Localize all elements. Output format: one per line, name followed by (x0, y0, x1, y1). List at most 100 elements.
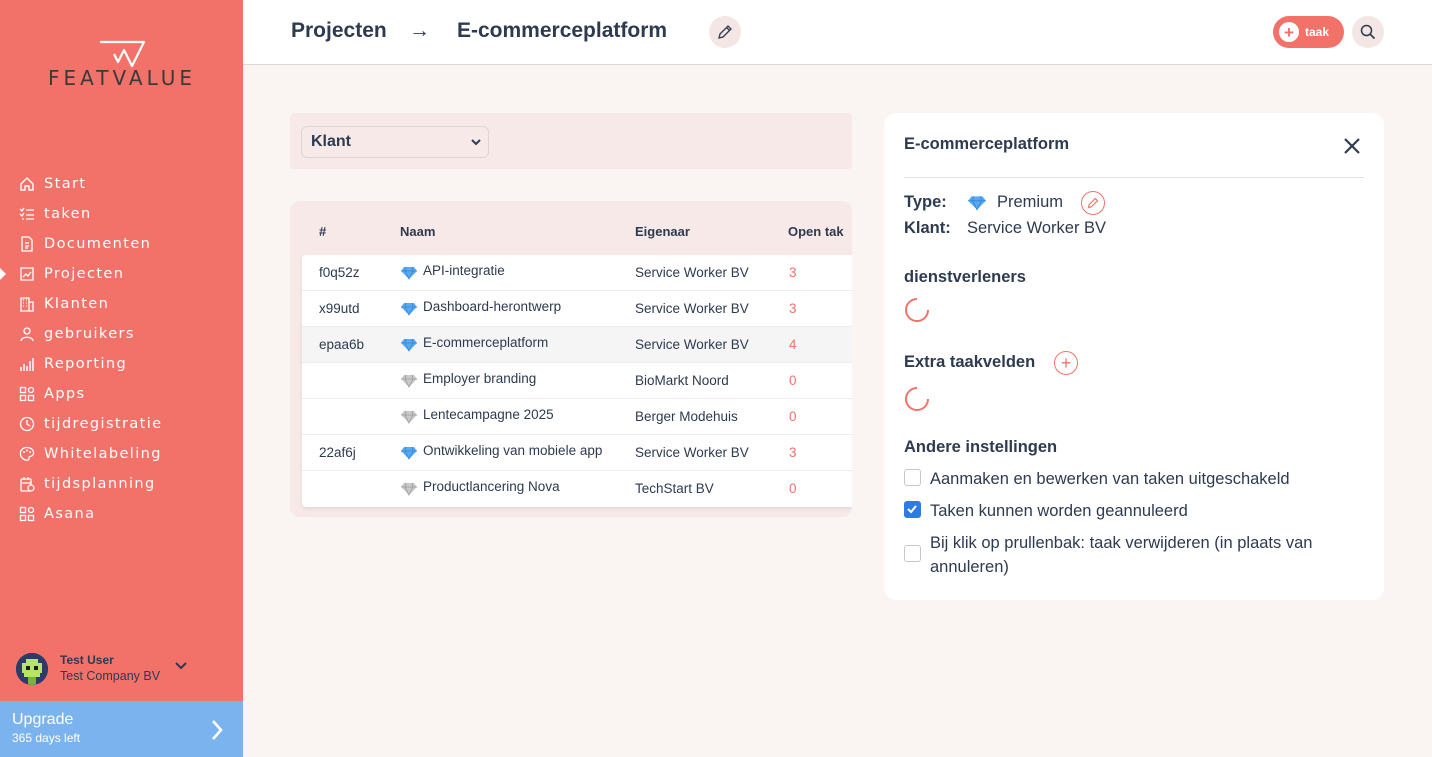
add-task-button[interactable]: + taak (1273, 16, 1344, 48)
project-owner: BioMarkt Noord (635, 373, 729, 388)
table-row[interactable]: Employer branding BioMarkt Noord 0 (302, 363, 852, 399)
open-tasks-count: 0 (789, 373, 797, 388)
calendar-icon (18, 475, 36, 493)
project-owner: Service Worker BV (635, 445, 749, 460)
sidebar-item-gebruikers[interactable]: gebruikers (0, 319, 243, 349)
open-tasks-count: 4 (789, 337, 797, 352)
chart-icon (18, 265, 36, 283)
sidebar-item-label: taken (44, 206, 92, 222)
loading-spinner-icon (905, 298, 929, 322)
sidebar-item-start[interactable]: Start (0, 169, 243, 199)
checkbox[interactable] (904, 545, 921, 562)
table-body: f0q52z API-integratie Service Worker BV … (302, 255, 852, 507)
project-name: Productlancering Nova (423, 479, 560, 494)
sidebar-item-klanten[interactable]: Klanten (0, 289, 243, 319)
close-icon[interactable] (1342, 136, 1362, 156)
checkbox[interactable] (904, 469, 921, 486)
other-settings-heading: Andere instellingen (904, 438, 1058, 456)
filter-bar: Klant (290, 113, 852, 169)
sidebar-item-apps[interactable]: Apps (0, 379, 243, 409)
pencil-icon (1087, 197, 1099, 209)
breadcrumb-arrow: → (409, 19, 430, 42)
column-header-open-tasks[interactable]: Open tak (788, 224, 844, 239)
loading-spinner-icon (905, 387, 929, 411)
sidebar-item-label: gebruikers (44, 326, 135, 342)
page-title: E-commerceplatform (457, 19, 668, 42)
panel-divider (904, 177, 1364, 178)
add-task-label: taak (1305, 25, 1330, 39)
table-row[interactable]: 22af6j Ontwikkeling van mobiele app Serv… (302, 435, 852, 471)
logo-mark-icon (100, 40, 146, 68)
sidebar-item-label: Reporting (44, 356, 128, 372)
sidebar-item-label: tijdsplanning (44, 476, 156, 492)
sidebar-item-whitelabeling[interactable]: Whitelabeling (0, 439, 243, 469)
project-id: 22af6j (319, 445, 356, 460)
search-button[interactable] (1352, 16, 1384, 48)
add-extra-field-button[interactable]: + (1054, 351, 1078, 375)
sidebar-item-tijdsplanning[interactable]: tijdsplanning (0, 469, 243, 499)
providers-heading: dienstverleners (904, 268, 1026, 286)
sidebar-item-tijdregistratie[interactable]: tijdregistratie (0, 409, 243, 439)
sidebar-item-asana[interactable]: Asana (0, 499, 243, 529)
project-id: epaa6b (319, 337, 365, 352)
sidebar-item-documenten[interactable]: Documenten (0, 229, 243, 259)
plus-icon: + (1279, 22, 1299, 42)
user-menu[interactable]: Test User Test Company BV (16, 652, 226, 686)
column-header-name[interactable]: Naam (400, 224, 435, 239)
project-owner: Berger Modehuis (635, 409, 738, 424)
project-id: f0q52z (319, 265, 360, 280)
edit-type-button[interactable] (1081, 191, 1105, 215)
group-by-select[interactable]: Klant (301, 126, 489, 158)
type-value: Premium (997, 193, 1064, 211)
sidebar-item-reporting[interactable]: Reporting (0, 349, 243, 379)
setting-label: Aanmaken en bewerken van taken uitgescha… (930, 470, 1290, 488)
diamond-premium-icon (401, 338, 417, 352)
table-header: # Naam Eigenaar Open tak (290, 201, 852, 255)
bar-chart-icon (18, 355, 36, 373)
client-label: Klant: (904, 219, 951, 237)
diamond-basic-icon (401, 482, 417, 496)
diamond-premium-icon (401, 266, 417, 280)
group-by-value: Klant (311, 133, 351, 150)
table-row[interactable]: f0q52z API-integratie Service Worker BV … (302, 255, 852, 291)
project-name: E-commerceplatform (423, 335, 549, 350)
sidebar-item-taken[interactable]: taken (0, 199, 243, 229)
user-name: Test User (60, 653, 114, 667)
table-row-selected[interactable]: epaa6b E-commerceplatform Service Worker… (302, 327, 852, 363)
table-row[interactable]: x99utd Dashboard-herontwerp Service Work… (302, 291, 852, 327)
breadcrumb-projects[interactable]: Projecten (291, 19, 387, 43)
diamond-premium-icon (401, 446, 417, 460)
sidebar-item-label: Projecten (44, 266, 125, 282)
upgrade-title: Upgrade (12, 711, 74, 728)
diamond-basic-icon (401, 374, 417, 388)
checkbox-checked[interactable] (904, 501, 921, 518)
panel-title: E-commerceplatform (904, 135, 1070, 153)
column-header-owner[interactable]: Eigenaar (635, 224, 690, 239)
project-name: Ontwikkeling van mobiele app (423, 443, 603, 458)
table-row[interactable]: Lentecampagne 2025 Berger Modehuis 0 (302, 399, 852, 435)
chevron-down-icon (471, 139, 481, 146)
apps-icon (18, 385, 36, 403)
sidebar-item-projecten[interactable]: Projecten (0, 259, 243, 289)
sidebar-item-label: tijdregistratie (44, 416, 163, 432)
chevron-down-icon[interactable] (174, 661, 188, 671)
featvalue-logo[interactable]: FEATVALUE (36, 40, 208, 90)
checkmark-icon (907, 505, 917, 514)
building-icon (18, 295, 36, 313)
column-header-id[interactable]: # (319, 224, 326, 239)
logo-text: FEATVALUE (48, 66, 196, 90)
avatar (16, 653, 48, 685)
edit-title-button[interactable] (709, 16, 741, 48)
users-icon (18, 325, 36, 343)
pixel-avatar-icon (16, 653, 48, 685)
table-row[interactable]: Productlancering Nova TechStart BV 0 (302, 471, 852, 507)
sidebar-item-label: Start (44, 176, 87, 192)
upgrade-banner[interactable]: Upgrade 365 days left (0, 701, 243, 757)
project-name: Dashboard-herontwerp (423, 299, 562, 314)
sidebar-item-label: Klanten (44, 296, 110, 312)
project-name: Lentecampagne 2025 (423, 407, 554, 422)
chevron-right-icon (212, 720, 223, 740)
project-owner: Service Worker BV (635, 301, 749, 316)
project-name: Employer branding (423, 371, 537, 386)
open-tasks-count: 3 (789, 301, 797, 316)
